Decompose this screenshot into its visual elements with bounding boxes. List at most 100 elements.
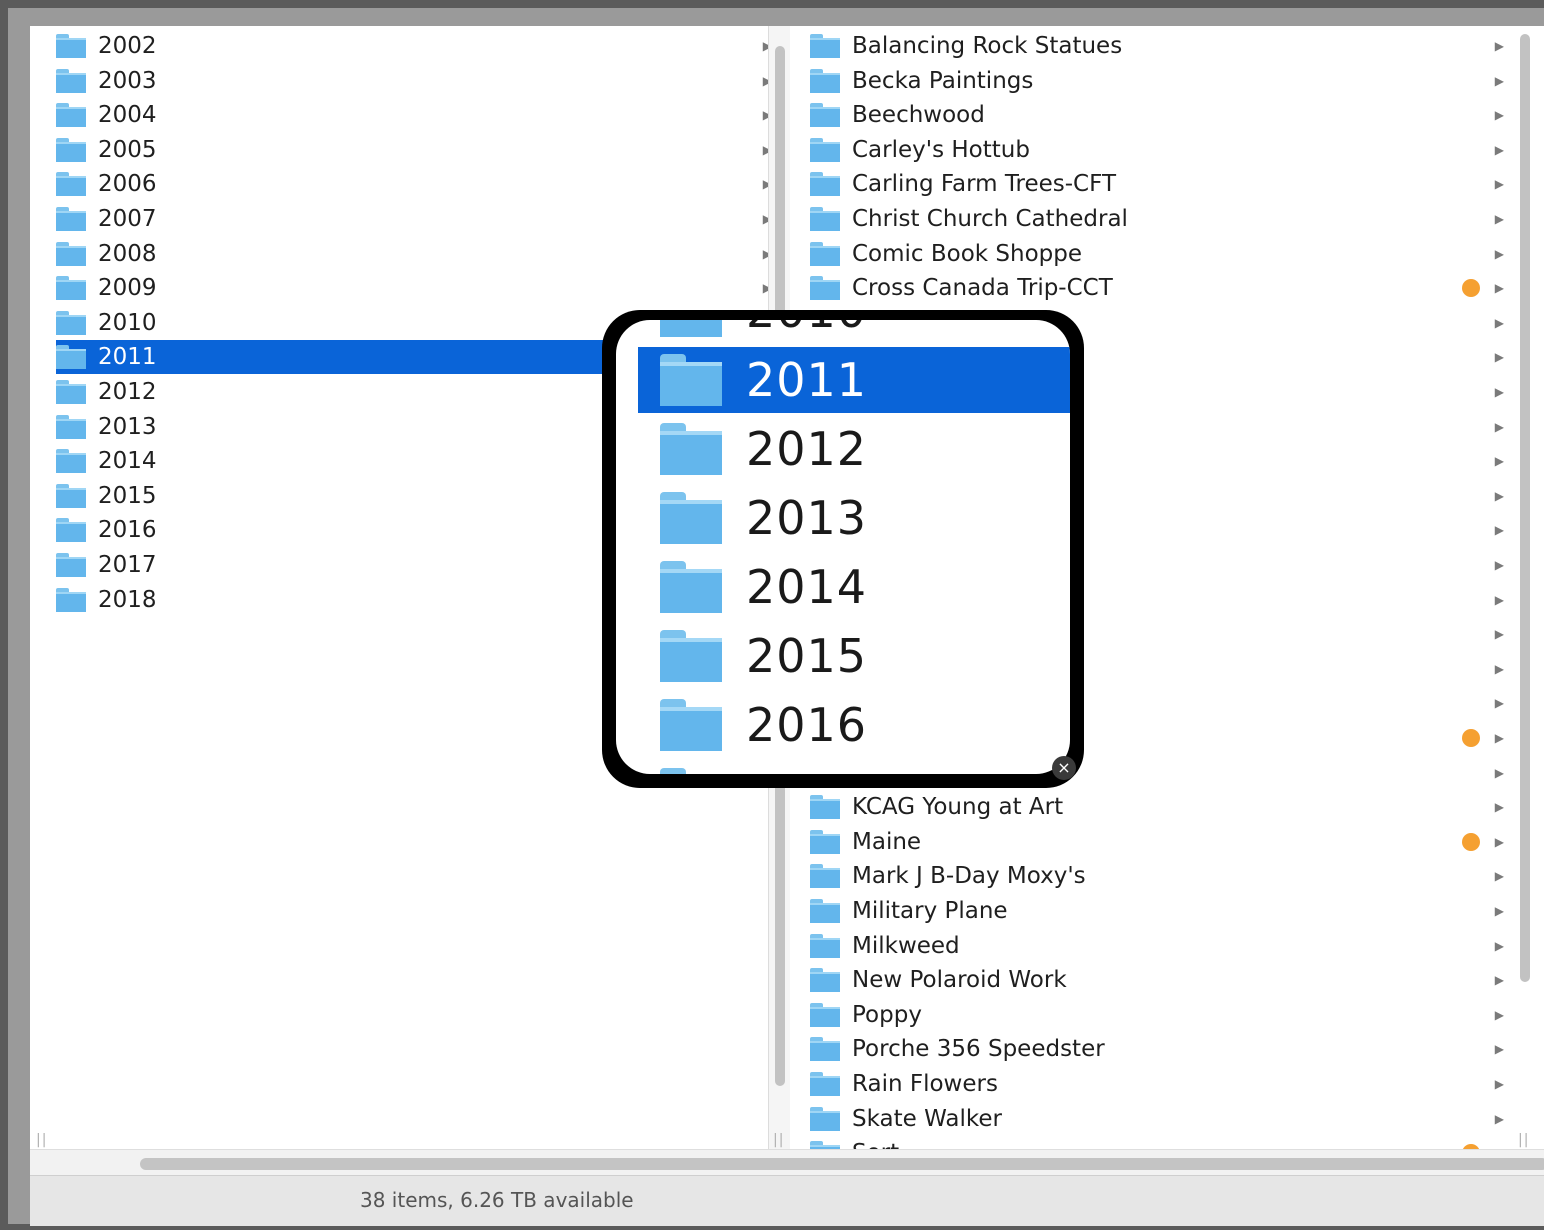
folder-name: 2018 [98, 586, 157, 613]
folder-icon [56, 587, 86, 612]
folder-icon [660, 699, 722, 751]
disclosure-arrow-icon[interactable]: ▶ [1495, 558, 1504, 572]
disclosure-arrow-icon[interactable]: ▶ [1495, 247, 1504, 261]
folder-name: 2010 [746, 320, 867, 338]
folder-name: 2002 [98, 33, 157, 59]
folder-icon [660, 492, 722, 544]
disclosure-arrow-icon[interactable]: ▶ [1495, 350, 1504, 364]
disclosure-arrow-icon[interactable]: ▶ [1495, 1042, 1504, 1056]
folder-icon [810, 933, 840, 958]
folder-row[interactable]: 2006 ▶ [56, 167, 768, 201]
folder-name: Poppy [852, 1001, 922, 1028]
folder-icon [660, 768, 722, 774]
folder-row[interactable]: Christ Church Cathedral ▶ [810, 202, 1528, 236]
disclosure-arrow-icon[interactable]: ▶ [1495, 973, 1504, 987]
disclosure-arrow-icon[interactable]: ▶ [1495, 627, 1504, 641]
folder-row[interactable]: Porche 356 Speedster ▶ [810, 1032, 1528, 1066]
folder-row[interactable]: Poppy ▶ [810, 998, 1528, 1032]
right-resize-handle[interactable]: || [1518, 1132, 1529, 1148]
status-text: 38 items, 6.26 TB available [360, 1188, 634, 1212]
folder-icon [810, 103, 840, 128]
disclosure-arrow-icon[interactable]: ▶ [1495, 766, 1504, 780]
folder-icon [810, 829, 840, 854]
folder-row[interactable]: 2008 ▶ [56, 237, 768, 271]
disclosure-arrow-icon[interactable]: ▶ [1495, 385, 1504, 399]
folder-name: Christ Church Cathedral [852, 206, 1128, 232]
disclosure-arrow-icon[interactable]: ▶ [1495, 74, 1504, 88]
disclosure-arrow-icon[interactable]: ▶ [1495, 489, 1504, 503]
disclosure-arrow-icon[interactable]: ▶ [1495, 212, 1504, 226]
folder-name: Porche 356 Speedster [852, 1036, 1105, 1063]
horizontal-scroll-thumb[interactable] [140, 1158, 1544, 1170]
disclosure-arrow-icon[interactable]: ▶ [1495, 108, 1504, 122]
disclosure-arrow-icon[interactable]: ▶ [1495, 454, 1504, 468]
disclosure-arrow-icon[interactable]: ▶ [1495, 1112, 1504, 1126]
folder-icon [56, 414, 86, 439]
disclosure-arrow-icon[interactable]: ▶ [1495, 835, 1504, 849]
disclosure-arrow-icon[interactable]: ▶ [1495, 177, 1504, 191]
disclosure-arrow-icon[interactable]: ▶ [1495, 523, 1504, 537]
folder-name: Milkweed [852, 932, 960, 959]
orange-tag-icon [1462, 832, 1480, 851]
folder-row[interactable]: Rain Flowers ▶ [810, 1067, 1528, 1101]
folder-name: Skate Walker [852, 1105, 1002, 1132]
folder-row[interactable]: Sort▶ [810, 1136, 1528, 1150]
horizontal-scrollbar[interactable] [30, 1149, 1544, 1176]
disclosure-arrow-icon[interactable]: ▶ [1495, 420, 1504, 434]
disclosure-arrow-icon[interactable]: ▶ [1495, 593, 1504, 607]
folder-row[interactable]: 2002 ▶ [56, 29, 768, 63]
disclosure-arrow-icon[interactable]: ▶ [1495, 1077, 1504, 1091]
folder-row[interactable]: Becka Paintings ▶ [810, 64, 1528, 98]
disclosure-arrow-icon[interactable]: ▶ [1495, 1008, 1504, 1022]
disclosure-arrow-icon[interactable]: ▶ [1495, 39, 1504, 53]
folder-row[interactable]: Cross Canada Trip-CCT ▶ [810, 271, 1528, 305]
disclosure-arrow-icon[interactable]: ▶ [1495, 281, 1504, 295]
folder-icon [56, 241, 86, 266]
folder-name: 2009 [98, 275, 157, 302]
folder-row[interactable]: 2003 ▶ [56, 64, 768, 98]
folder-name: 2003 [98, 67, 157, 94]
folder-row[interactable]: Carling Farm Trees-CFT ▶ [810, 167, 1528, 201]
folder-name: Maine [852, 828, 922, 855]
folder-row[interactable]: New Polaroid Work ▶ [810, 963, 1528, 997]
folder-icon [810, 968, 840, 993]
disclosure-arrow-icon[interactable]: ▶ [1495, 939, 1504, 953]
folder-row[interactable]: 2007 ▶ [56, 202, 768, 236]
folder-row[interactable]: Military Plane ▶ [810, 894, 1528, 928]
folder-row[interactable]: 2004 ▶ [56, 98, 768, 132]
disclosure-arrow-icon[interactable]: ▶ [1495, 662, 1504, 676]
folder-row[interactable]: Beechwood ▶ [810, 98, 1528, 132]
folder-icon [56, 380, 86, 404]
close-icon[interactable]: × [1052, 756, 1076, 780]
folder-icon [56, 553, 86, 577]
folder-row[interactable]: Comic Book Shoppe ▶ [810, 237, 1528, 271]
folder-row[interactable]: Skate Walker ▶ [810, 1102, 1528, 1136]
folder-name: 2004 [98, 102, 157, 129]
folder-icon [810, 137, 840, 162]
disclosure-arrow-icon[interactable]: ▶ [1495, 904, 1504, 918]
folder-row[interactable]: Mark J B-Day Moxy's ▶ [810, 859, 1528, 893]
folder-row[interactable]: 2005 ▶ [56, 133, 768, 167]
magnified-folder-row: 2015 [638, 623, 1070, 689]
disclosure-arrow-icon[interactable]: ▶ [1495, 800, 1504, 814]
magnified-folder-row: 2016 [638, 692, 1070, 758]
folder-row[interactable]: Carley's Hottub ▶ [810, 133, 1528, 167]
disclosure-arrow-icon[interactable]: ▶ [1495, 316, 1504, 330]
disclosure-arrow-icon[interactable]: ▶ [1495, 696, 1504, 710]
folder-row[interactable]: Maine ▶ [810, 825, 1528, 859]
folder-row[interactable]: 2009 ▶ [56, 271, 768, 305]
folder-icon [810, 864, 840, 889]
disclosure-arrow-icon[interactable]: ▶ [1495, 869, 1504, 883]
folder-name: 2012 [98, 379, 157, 405]
disclosure-arrow-icon[interactable]: ▶ [1495, 731, 1504, 745]
right-column-scrollbar[interactable] [1520, 34, 1530, 982]
folder-row[interactable]: Balancing Rock Statues ▶ [810, 29, 1528, 63]
folder-icon [810, 172, 840, 197]
folder-name: 2008 [98, 240, 157, 267]
folder-row[interactable]: KCAG Young at Art ▶ [810, 790, 1528, 824]
left-resize-handle[interactable]: || [36, 1132, 47, 1148]
folder-row[interactable]: Milkweed ▶ [810, 929, 1528, 963]
column-resize-handle[interactable]: || [773, 1132, 784, 1148]
disclosure-arrow-icon[interactable]: ▶ [1495, 143, 1504, 157]
folder-icon [660, 320, 722, 337]
